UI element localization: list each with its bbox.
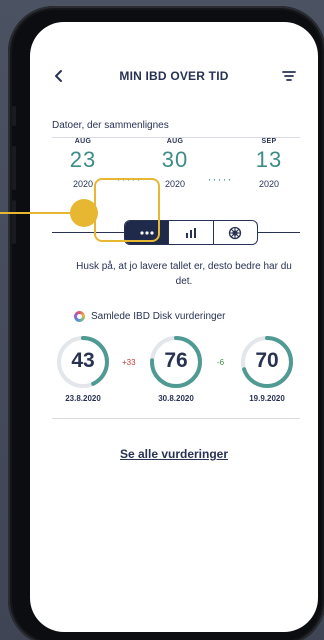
tutorial-pointer-line bbox=[0, 212, 74, 214]
see-all-ratings-link[interactable]: Se alle vurderinger bbox=[30, 447, 318, 461]
date-connector: ····· bbox=[207, 172, 233, 186]
header-bar: MIN IBD OVER TID bbox=[30, 66, 318, 90]
score-date: 30.8.2020 bbox=[158, 394, 194, 403]
hint-text: Husk på, at jo lavere tallet er, desto b… bbox=[76, 261, 292, 287]
score-value: 76 bbox=[164, 349, 188, 372]
score-ring-2[interactable]: 76 30.8.2020 bbox=[147, 334, 205, 403]
date-month: SEP bbox=[261, 138, 277, 145]
disk-view-button[interactable] bbox=[212, 221, 257, 244]
filter-icon[interactable] bbox=[282, 69, 296, 83]
date-day: 23 bbox=[69, 147, 97, 172]
phone-button bbox=[12, 146, 16, 190]
bar-chart-view-button[interactable] bbox=[168, 221, 212, 244]
phone-button bbox=[12, 106, 16, 126]
date-month: AUG bbox=[74, 138, 92, 145]
app-stage: MIN IBD OVER TID Datoer, der sammenligne… bbox=[0, 0, 324, 640]
app-screen: MIN IBD OVER TID Datoer, der sammenligne… bbox=[30, 22, 318, 632]
compare-dates-label: Datoer, der sammenlignes bbox=[52, 120, 169, 131]
date-day: 13 bbox=[255, 147, 283, 172]
score-change: +33 bbox=[122, 358, 136, 367]
score-value: 43 bbox=[71, 349, 95, 372]
score-ring-1[interactable]: 43 23.8.2020 bbox=[54, 334, 112, 403]
score-change: -6 bbox=[217, 358, 225, 367]
score-value: 70 bbox=[255, 349, 279, 372]
bar-chart-icon bbox=[185, 227, 196, 238]
phone-frame: MIN IBD OVER TID Datoer, der sammenligne… bbox=[8, 6, 324, 640]
disk-icon bbox=[229, 226, 242, 239]
score-date: 19.9.2020 bbox=[249, 394, 285, 403]
date-month: AUG bbox=[166, 138, 184, 145]
date-year: 2020 bbox=[258, 179, 280, 189]
ibd-disk-icon bbox=[74, 311, 85, 322]
date-day: 30 bbox=[161, 147, 189, 172]
score-date: 23.8.2020 bbox=[65, 394, 101, 403]
ratings-title: Samlede IBD Disk vurderinger bbox=[91, 311, 226, 322]
page-title: MIN IBD OVER TID bbox=[119, 69, 229, 83]
ratings-heading: Samlede IBD Disk vurderinger bbox=[74, 311, 226, 322]
date-picker-3[interactable]: SEP 13 2020 bbox=[244, 138, 294, 189]
phone-button bbox=[12, 200, 16, 244]
divider bbox=[52, 418, 300, 419]
score-ring-3[interactable]: 70 19.9.2020 bbox=[238, 334, 296, 403]
tutorial-highlight bbox=[94, 178, 160, 242]
